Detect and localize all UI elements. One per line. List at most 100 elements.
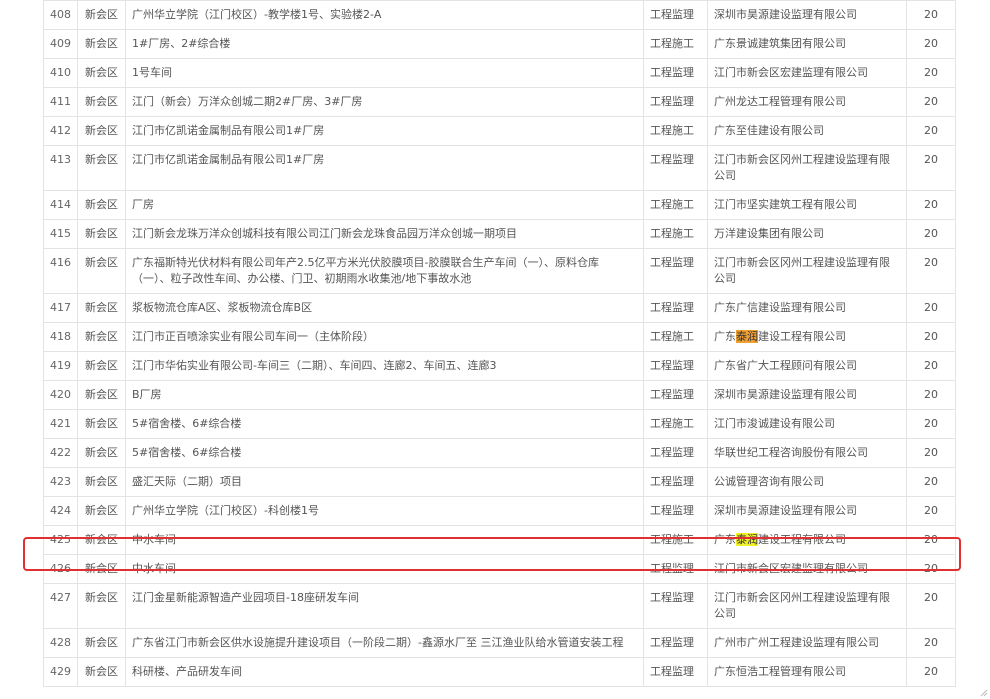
row-project-name: 广州华立学院（江门校区）-教学楼1号、实验楼2-A xyxy=(125,0,644,30)
table-row: 420 新会区 B厂房 工程监理 深圳市昊源建设监理有限公司 20 xyxy=(43,380,956,410)
row-score: 20 xyxy=(906,583,956,629)
row-score: 20 xyxy=(906,145,956,191)
table-row: 421 新会区 5#宿舍楼、6#综合楼 工程施工 江门市浚诚建设有限公司 20 xyxy=(43,409,956,439)
row-work-type: 工程监理 xyxy=(643,583,708,629)
table-body: 408 新会区 广州华立学院（江门校区）-教学楼1号、实验楼2-A 工程监理 深圳市昊源… xyxy=(43,0,956,687)
row-work-type: 工程监理 xyxy=(643,0,708,30)
table-row: 416 新会区 广东福斯特光伏材料有限公司年产2.5亿平方米光伏胶膜项目-胶膜联合生… xyxy=(43,248,956,294)
search-highlight: 泰润 xyxy=(736,533,758,546)
row-number: 413 xyxy=(43,145,78,191)
row-work-type: 工程施工 xyxy=(643,525,708,555)
row-company: 广东省广大工程顾问有限公司 xyxy=(707,351,907,381)
table-row: 415 新会区 江门新会龙珠万洋众创城科技有限公司江门新会龙珠食品园万洋众创城一期项… xyxy=(43,219,956,249)
row-company: 广东泰润建设工程有限公司 xyxy=(707,525,907,555)
row-project-name: 江门金星新能源智造产业园项目-18座研发车间 xyxy=(125,583,644,629)
row-number: 427 xyxy=(43,583,78,629)
row-district: 新会区 xyxy=(77,525,126,555)
row-company: 广东广信建设监理有限公司 xyxy=(707,293,907,323)
row-number: 429 xyxy=(43,657,78,687)
row-project-name: 1#厂房、2#综合楼 xyxy=(125,29,644,59)
table-row: 427 新会区 江门金星新能源智造产业园项目-18座研发车间 工程监理 江门市新会区冈州… xyxy=(43,583,956,629)
resize-grip-icon xyxy=(980,689,988,697)
row-number: 428 xyxy=(43,628,78,658)
row-work-type: 工程监理 xyxy=(643,351,708,381)
row-district: 新会区 xyxy=(77,190,126,220)
row-company: 广州市广州工程建设监理有限公司 xyxy=(707,628,907,658)
row-project-name: 盛汇天际（二期）项目 xyxy=(125,467,644,497)
table-row: 423 新会区 盛汇天际（二期）项目 工程监理 公诚管理咨询有限公司 20 xyxy=(43,467,956,497)
row-company: 江门市浚诚建设有限公司 xyxy=(707,409,907,439)
table-row: 419 新会区 江门市华佑实业有限公司-车间三（二期）、车间四、连廊2、车间五、连廊… xyxy=(43,351,956,381)
row-district: 新会区 xyxy=(77,145,126,191)
row-work-type: 工程监理 xyxy=(643,467,708,497)
table-row: 414 新会区 厂房 工程施工 江门市坚实建筑工程有限公司 20 xyxy=(43,190,956,220)
row-work-type: 工程施工 xyxy=(643,29,708,59)
row-company: 江门市新会区宏建监理有限公司 xyxy=(707,554,907,584)
row-work-type: 工程监理 xyxy=(643,657,708,687)
row-company: 深圳市昊源建设监理有限公司 xyxy=(707,496,907,526)
row-company: 江门市新会区宏建监理有限公司 xyxy=(707,58,907,88)
row-score: 20 xyxy=(906,525,956,555)
row-district: 新会区 xyxy=(77,219,126,249)
row-score: 20 xyxy=(906,380,956,410)
row-company: 万洋建设集团有限公司 xyxy=(707,219,907,249)
row-project-name: 科研楼、产品研发车间 xyxy=(125,657,644,687)
row-company: 广州龙达工程管理有限公司 xyxy=(707,87,907,117)
row-number: 409 xyxy=(43,29,78,59)
row-district: 新会区 xyxy=(77,409,126,439)
row-number: 410 xyxy=(43,58,78,88)
row-project-name: 中水车间 xyxy=(125,525,644,555)
row-work-type: 工程监理 xyxy=(643,554,708,584)
row-project-name: 江门市亿凯诺金属制品有限公司1#厂房 xyxy=(125,116,644,146)
row-project-name: 5#宿舍楼、6#综合楼 xyxy=(125,438,644,468)
row-project-name: 中水车间 xyxy=(125,554,644,584)
row-number: 412 xyxy=(43,116,78,146)
row-number: 426 xyxy=(43,554,78,584)
row-district: 新会区 xyxy=(77,583,126,629)
row-number: 411 xyxy=(43,87,78,117)
row-district: 新会区 xyxy=(77,467,126,497)
row-score: 20 xyxy=(906,29,956,59)
table-row: 426 新会区 中水车间 工程监理 江门市新会区宏建监理有限公司 20 xyxy=(43,554,956,584)
row-score: 20 xyxy=(906,351,956,381)
row-project-name: 1号车间 xyxy=(125,58,644,88)
row-district: 新会区 xyxy=(77,351,126,381)
row-score: 20 xyxy=(906,467,956,497)
row-district: 新会区 xyxy=(77,628,126,658)
row-company: 江门市新会区冈州工程建设监理有限公司 xyxy=(707,583,907,629)
row-district: 新会区 xyxy=(77,58,126,88)
row-project-name: 5#宿舍楼、6#综合楼 xyxy=(125,409,644,439)
row-score: 20 xyxy=(906,0,956,30)
table-row: 409 新会区 1#厂房、2#综合楼 工程施工 广东景诚建筑集团有限公司 20 xyxy=(43,29,956,59)
company-prefix: 广东 xyxy=(714,330,736,343)
row-number: 421 xyxy=(43,409,78,439)
row-district: 新会区 xyxy=(77,322,126,352)
company-suffix: 建设工程有限公司 xyxy=(758,330,846,343)
row-work-type: 工程监理 xyxy=(643,248,708,294)
table-row-highlighted: 425 新会区 中水车间 工程施工 广东泰润建设工程有限公司 20 xyxy=(43,525,956,555)
row-project-name: 广东福斯特光伏材料有限公司年产2.5亿平方米光伏胶膜项目-胶膜联合生产车间（一）… xyxy=(125,248,644,294)
row-number: 416 xyxy=(43,248,78,294)
row-number: 422 xyxy=(43,438,78,468)
row-score: 20 xyxy=(906,190,956,220)
row-work-type: 工程施工 xyxy=(643,190,708,220)
row-district: 新会区 xyxy=(77,116,126,146)
row-district: 新会区 xyxy=(77,87,126,117)
row-work-type: 工程施工 xyxy=(643,409,708,439)
table-row: 413 新会区 江门市亿凯诺金属制品有限公司1#厂房 工程监理 江门市新会区冈州工程建设… xyxy=(43,145,956,191)
row-project-name: 江门市正百喷涂实业有限公司车间一（主体阶段） xyxy=(125,322,644,352)
row-district: 新会区 xyxy=(77,248,126,294)
row-project-name: 江门（新会）万洋众创城二期2#厂房、3#厂房 xyxy=(125,87,644,117)
row-number: 424 xyxy=(43,496,78,526)
row-work-type: 工程监理 xyxy=(643,380,708,410)
row-score: 20 xyxy=(906,293,956,323)
row-project-name: 江门市亿凯诺金属制品有限公司1#厂房 xyxy=(125,145,644,191)
table-row: 417 新会区 浆板物流仓库A区、浆板物流仓库B区 工程监理 广东广信建设监理有限公司 2… xyxy=(43,293,956,323)
row-work-type: 工程监理 xyxy=(643,628,708,658)
row-company: 广东至佳建设有限公司 xyxy=(707,116,907,146)
row-score: 20 xyxy=(906,496,956,526)
row-district: 新会区 xyxy=(77,438,126,468)
row-project-name: 厂房 xyxy=(125,190,644,220)
row-company: 江门市新会区冈州工程建设监理有限公司 xyxy=(707,145,907,191)
row-company: 广东景诚建筑集团有限公司 xyxy=(707,29,907,59)
